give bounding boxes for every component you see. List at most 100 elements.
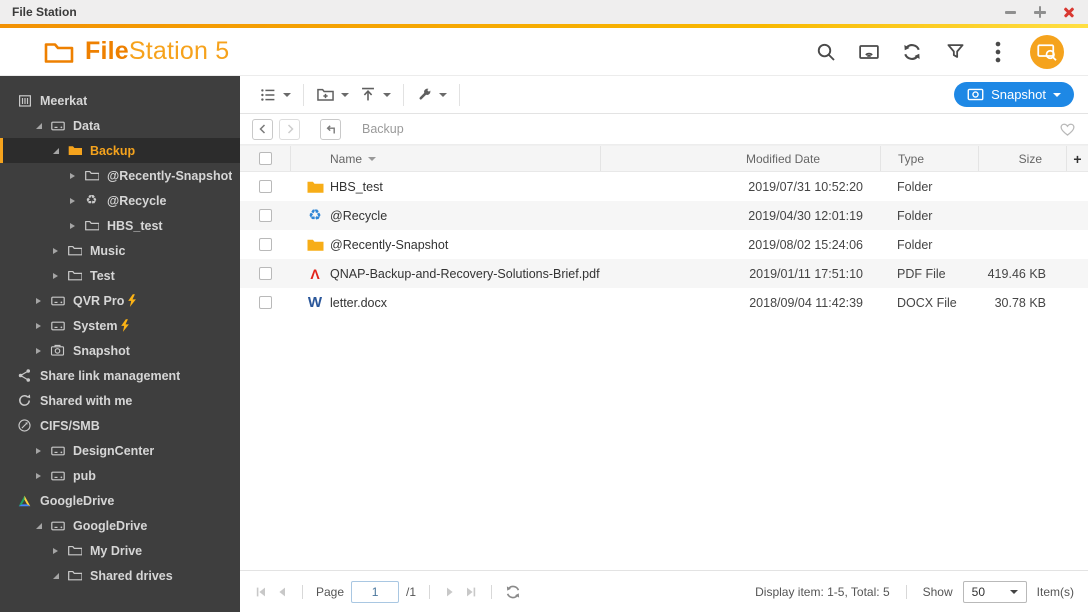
sidebar-tree-item[interactable]: ♻ Data xyxy=(0,113,240,138)
tree-expand-arrow[interactable] xyxy=(53,272,66,279)
tree-expand-arrow[interactable] xyxy=(70,172,83,179)
file-row[interactable]: ♻ Λ W QNAP-Backup-and-Recovery-Solutions… xyxy=(240,259,1088,288)
tree-item-icon: ♻ xyxy=(49,467,66,484)
file-list: ♻ Λ W HBS_test 2019/07/31 10:52:20 Folde… xyxy=(240,172,1088,317)
show-label: Show xyxy=(922,584,953,599)
more-options-icon[interactable] xyxy=(987,41,1009,63)
view-mode-button[interactable] xyxy=(254,83,296,107)
sidebar-tree-item[interactable]: ♻ GoogleDrive xyxy=(0,513,240,538)
next-page-icon[interactable] xyxy=(443,585,457,599)
chevron-down-icon xyxy=(383,92,391,97)
sidebar-tree-item[interactable]: ♻ Music xyxy=(0,238,240,263)
row-checkbox[interactable] xyxy=(258,267,272,280)
tree-expand-arrow[interactable] xyxy=(36,522,49,529)
file-type-icon: ♻ Λ W xyxy=(306,178,324,196)
tree-expand-arrow[interactable] xyxy=(70,222,83,229)
refresh-list-icon[interactable] xyxy=(505,584,521,600)
sidebar-tree-item[interactable]: ♻ @Recently-Snapshot xyxy=(0,163,240,188)
row-checkbox[interactable] xyxy=(258,238,272,251)
type-column-header[interactable]: Type xyxy=(880,146,978,171)
refresh-icon[interactable] xyxy=(901,41,923,63)
select-all-checkbox[interactable] xyxy=(258,152,272,165)
tree-item-icon: ♻ xyxy=(83,217,100,234)
snapshot-button[interactable]: Snapshot xyxy=(954,82,1074,107)
sidebar-tree: ♻ Meerkat ♻ Data xyxy=(0,88,240,588)
sidebar-tree-item[interactable]: ♻ pub xyxy=(0,463,240,488)
tree-expand-arrow[interactable] xyxy=(36,472,49,479)
pdf-icon: Λ xyxy=(310,265,320,282)
file-row[interactable]: ♻ Λ W @Recently-Snapshot 2019/08/02 15:2… xyxy=(240,230,1088,259)
sidebar-tree-item[interactable]: ♻ Share link management xyxy=(0,363,240,388)
sidebar-tree-item[interactable]: ♻ CIFS/SMB xyxy=(0,413,240,438)
sidebar-tree-item[interactable]: ♻ QVR Pro xyxy=(0,288,240,313)
file-row[interactable]: ♻ Λ W letter.docx 2018/09/04 11:42:39 DO… xyxy=(240,288,1088,317)
tree-expand-arrow[interactable] xyxy=(53,147,66,154)
app-title: FileStation 5 xyxy=(85,37,230,65)
sidebar-tree-item[interactable]: ♻ @Recycle xyxy=(0,188,240,213)
sidebar-tree-item[interactable]: ♻ Snapshot xyxy=(0,338,240,363)
search-icon[interactable] xyxy=(815,41,837,63)
cast-display-icon[interactable] xyxy=(858,41,880,63)
tree-expand-arrow[interactable] xyxy=(36,347,49,354)
breadcrumb[interactable]: Backup xyxy=(362,122,404,136)
maximize-icon[interactable] xyxy=(1033,5,1047,19)
row-checkbox[interactable] xyxy=(258,180,272,193)
name-column-header[interactable]: Name xyxy=(330,146,600,171)
page-size-select[interactable]: 50 xyxy=(962,580,1027,603)
items-label: Item(s) xyxy=(1036,584,1074,599)
file-modified-date: 2019/08/02 15:24:06 xyxy=(748,237,863,252)
remote-view-badge-icon[interactable] xyxy=(1030,34,1064,69)
row-checkbox[interactable] xyxy=(258,296,272,309)
last-page-icon[interactable] xyxy=(464,585,478,599)
status-bar: Page 1 /1 Display item: 1-5, Total: 5 Sh xyxy=(240,570,1088,612)
file-type: Folder xyxy=(897,179,933,194)
tree-expand-arrow[interactable] xyxy=(36,297,49,304)
tree-expand-arrow[interactable] xyxy=(53,547,66,554)
forward-button[interactable] xyxy=(279,118,300,140)
previous-page-icon[interactable] xyxy=(275,585,289,599)
file-row[interactable]: ♻ Λ W @Recycle 2019/04/30 12:01:19 Folde… xyxy=(240,201,1088,230)
first-page-icon[interactable] xyxy=(254,585,268,599)
sidebar-tree-item[interactable]: ♻ Shared with me xyxy=(0,388,240,413)
size-column-header[interactable]: Size xyxy=(978,146,1066,171)
tree-item-label: Snapshot xyxy=(73,343,130,358)
tree-expand-arrow[interactable] xyxy=(36,447,49,454)
sidebar-tree-item[interactable]: ♻ DesignCenter xyxy=(0,438,240,463)
sidebar-tree-item[interactable]: ♻ Meerkat xyxy=(0,88,240,113)
tree-item-icon: ♻ xyxy=(49,117,66,134)
file-row[interactable]: ♻ Λ W HBS_test 2019/07/31 10:52:20 Folde… xyxy=(240,172,1088,201)
page-number-input[interactable]: 1 xyxy=(351,580,400,603)
divider xyxy=(905,584,907,599)
minimize-icon[interactable] xyxy=(1004,5,1018,19)
sidebar-tree-item[interactable]: ♻ Shared drives xyxy=(0,563,240,588)
upload-button[interactable] xyxy=(354,82,396,107)
app-logo[interactable]: FileStation 5 xyxy=(44,37,229,66)
row-checkbox[interactable] xyxy=(258,209,272,222)
lightning-bolt-icon xyxy=(121,318,130,332)
sidebar-tree-item[interactable]: ♻ Test xyxy=(0,263,240,288)
tree-expand-arrow[interactable] xyxy=(36,322,49,329)
chevron-down-icon xyxy=(439,92,447,97)
sidebar-tree-item[interactable]: ♻ My Drive xyxy=(0,538,240,563)
tree-expand-arrow[interactable] xyxy=(70,197,83,204)
file-type: Folder xyxy=(897,208,933,223)
tools-button[interactable] xyxy=(411,82,452,107)
tree-item-label: GoogleDrive xyxy=(73,518,148,533)
modified-date-column-header[interactable]: Modified Date xyxy=(600,146,880,171)
sidebar-tree-item[interactable]: ♻ GoogleDrive xyxy=(0,488,240,513)
tree-expand-arrow[interactable] xyxy=(36,122,49,129)
create-folder-button[interactable] xyxy=(311,82,354,107)
tree-expand-arrow[interactable] xyxy=(53,247,66,254)
close-icon[interactable] xyxy=(1062,5,1076,19)
sidebar-tree-item[interactable]: ♻ HBS_test xyxy=(0,213,240,238)
filter-icon[interactable] xyxy=(944,41,966,63)
sidebar-tree-item[interactable]: ♻ System xyxy=(0,313,240,338)
tree-item-label: Test xyxy=(90,268,115,283)
favorite-heart-icon[interactable] xyxy=(1059,121,1076,137)
toolbar-divider xyxy=(303,83,304,106)
back-button[interactable] xyxy=(252,118,273,140)
sidebar-tree-item[interactable]: ♻ Backup xyxy=(0,138,240,163)
add-column-button[interactable]: + xyxy=(1066,146,1088,171)
go-up-button[interactable] xyxy=(320,118,341,140)
tree-expand-arrow[interactable] xyxy=(53,572,66,579)
